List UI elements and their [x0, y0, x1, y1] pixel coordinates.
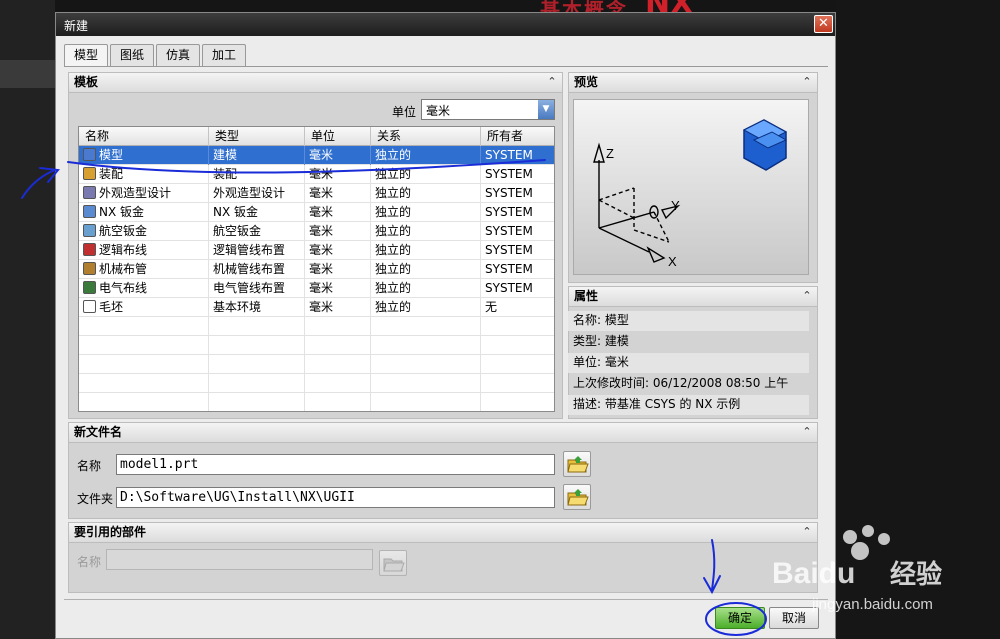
- watermark-brand: Baidu: [772, 557, 855, 590]
- annotation-underline: [67, 159, 546, 174]
- annotation-ok-circle: [705, 602, 767, 636]
- watermark-brand-cn: 经验: [890, 559, 942, 590]
- baidu-jingyan-watermark: Baidu 经验 jingyan.baidu.com: [762, 523, 1000, 613]
- annotation-arrow-down: [703, 539, 721, 595]
- annotation-arrow-left: [21, 167, 60, 199]
- watermark-url: jingyan.baidu.com: [811, 596, 933, 613]
